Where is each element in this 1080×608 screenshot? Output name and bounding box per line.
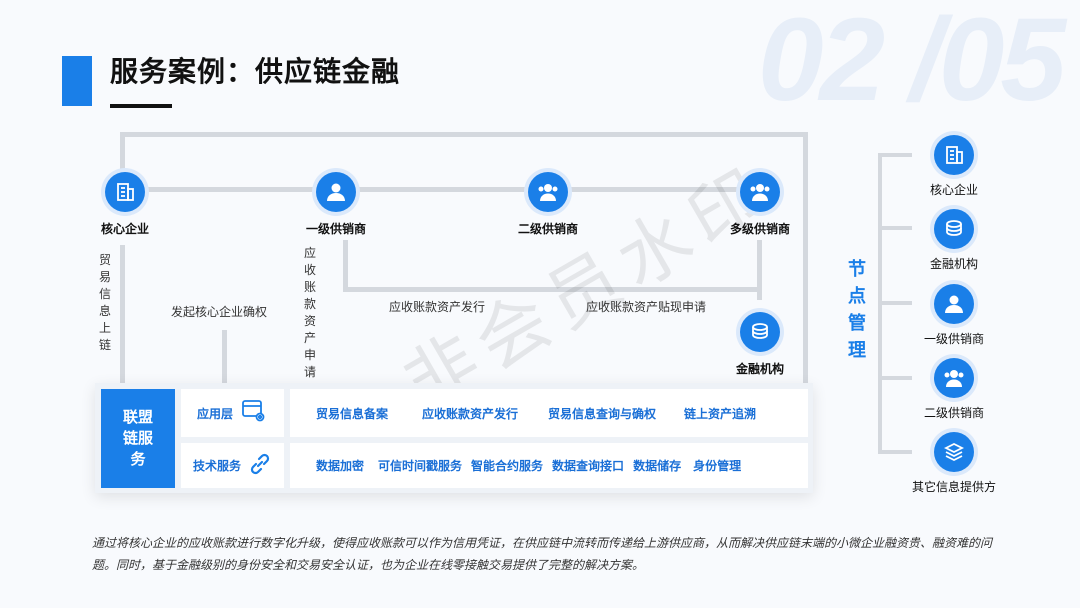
alliance-chain-label: 联盟链服务 — [101, 389, 175, 488]
managed-node-other-info-provider: 其它信息提供方 — [906, 432, 1002, 495]
node-core-enterprise: 核心企业 — [65, 172, 185, 237]
node-label: 一级供销商 — [305, 222, 366, 236]
tech-item: 数据加密 — [316, 459, 365, 473]
tech-item: 数据查询接口 — [552, 459, 625, 473]
app-layer-header: 应用层 — [181, 389, 284, 437]
connector-line — [343, 240, 348, 292]
group-icon — [934, 358, 974, 398]
tech-item: 可信时间戳服务 — [378, 459, 463, 473]
coins-icon — [740, 312, 780, 352]
building-icon — [105, 172, 145, 212]
app-item: 贸易信息备案 — [316, 406, 389, 421]
managed-node-label: 二级供销商 — [923, 406, 984, 420]
stack-icon — [934, 432, 974, 472]
building-icon — [934, 135, 974, 175]
tech-layer-header: 技术服务 — [181, 443, 284, 488]
footer-description: 通过将核心企业的应收账款进行数字化升级，使得应收账款可以作为信用凭证，在供应链中… — [92, 536, 993, 572]
managed-node-tier1-supplier: 一级供销商 — [906, 284, 1002, 347]
title-underline — [110, 104, 172, 108]
connector-line — [120, 132, 808, 137]
coins-icon — [934, 209, 974, 249]
group-icon — [528, 172, 568, 212]
page-number: 02 /05 — [757, 0, 1066, 126]
page-title: 服务案例：供应链金融 — [110, 55, 401, 88]
tech-item: 数据储存 — [633, 459, 682, 473]
group-icon — [740, 172, 780, 212]
node-tier2-supplier: 二级供销商 — [488, 172, 608, 237]
connector-line — [120, 132, 125, 172]
node-tier1-supplier: 一级供销商 — [276, 172, 396, 237]
node-label: 多级供销商 — [729, 222, 790, 236]
tech-layer-items: 数据加密 可信时间戳服务 智能合约服务 数据查询接口 数据储存 身份管理 — [290, 443, 808, 488]
managed-node-tier2-supplier: 二级供销商 — [906, 358, 1002, 421]
flow-label-trade-uplink: 贸易信息上链 — [98, 253, 111, 352]
app-layer-label: 应用层 — [197, 406, 234, 421]
node-label: 金融机构 — [735, 362, 784, 376]
browser-settings-icon — [241, 398, 267, 428]
app-item: 贸易信息查询与确权 — [548, 406, 657, 421]
connector-line — [222, 330, 227, 385]
managed-node-label: 一级供销商 — [923, 332, 984, 346]
flow-label-receivable-issue: 应收账款资产发行 — [389, 300, 486, 314]
app-item: 链上资产追溯 — [684, 406, 757, 421]
managed-node-label: 其它信息提供方 — [911, 480, 996, 494]
tech-item: 智能合约服务 — [471, 459, 544, 473]
managed-node-core-enterprise: 核心企业 — [906, 135, 1002, 198]
connector-line — [757, 240, 762, 300]
person-icon — [934, 284, 974, 324]
managed-node-label: 核心企业 — [929, 183, 978, 197]
tech-item: 身份管理 — [693, 459, 742, 473]
node-label: 二级供销商 — [517, 222, 578, 236]
title-accent-bar — [62, 56, 92, 106]
node-management-title: 节点管理 — [848, 259, 866, 361]
managed-node-financial-institution: 金融机构 — [906, 209, 1002, 272]
flow-label-discount-apply: 应收账款资产贴现申请 — [586, 300, 707, 314]
app-item: 应收账款资产发行 — [422, 406, 519, 421]
node-label: 核心企业 — [100, 222, 149, 236]
flow-label-receivable-apply: 应收账款资产申请 — [303, 246, 316, 379]
connector-line — [120, 245, 125, 385]
node-multi-tier-supplier: 多级供销商 — [700, 172, 820, 237]
link-icon — [247, 451, 273, 481]
managed-node-label: 金融机构 — [929, 257, 978, 271]
node-financial-institution: 金融机构 — [700, 312, 820, 377]
flow-label-confirm-rights: 发起核心企业确权 — [171, 305, 268, 319]
slide: 02 /05 服务案例：供应链金融 非会员水印 核心企业 一级供销商 二级供销商… — [0, 0, 1080, 608]
app-layer-items: 贸易信息备案 应收账款资产发行 贸易信息查询与确权 链上资产追溯 — [290, 389, 808, 437]
person-icon — [316, 172, 356, 212]
tech-layer-label: 技术服务 — [193, 459, 242, 473]
